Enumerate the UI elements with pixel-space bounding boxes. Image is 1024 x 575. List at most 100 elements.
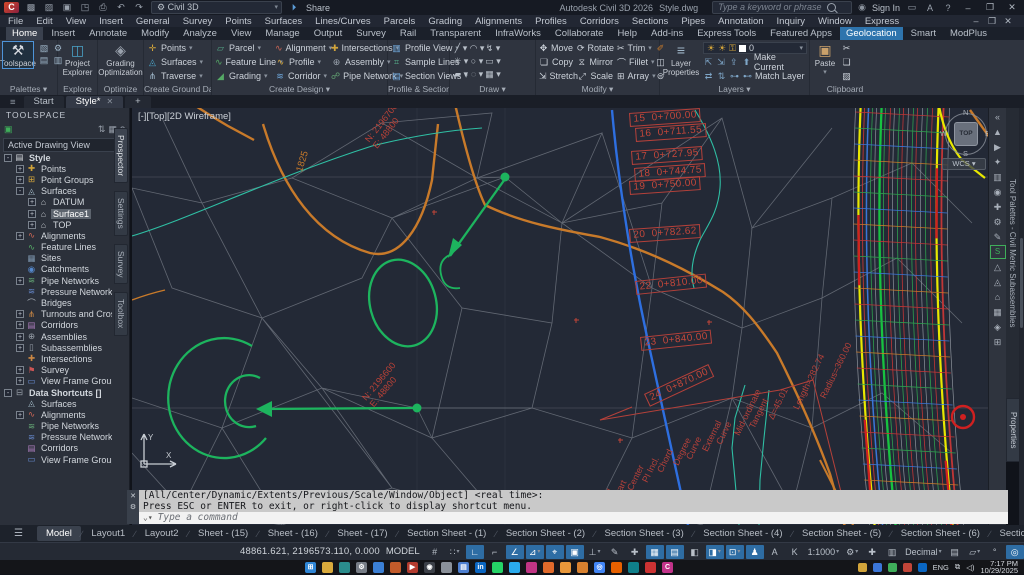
notes-app-icon[interactable]: ▤	[458, 561, 469, 573]
profile-button[interactable]: ∿ Profile ▾	[275, 56, 327, 68]
layout-tab-section-sheet-4[interactable]: Section Sheet - (4)	[694, 526, 791, 541]
palette-tool-icon[interactable]: ◉	[991, 185, 1005, 199]
paste-button[interactable]: ▣ Paste ▾	[813, 42, 837, 77]
search-app-icon[interactable]	[577, 561, 588, 573]
tray-volume-icon[interactable]: ◁)	[966, 563, 974, 572]
ribbon-tab-analyze[interactable]: Analyze	[177, 27, 223, 40]
tree-item-alignments[interactable]: + ∿ Alignments	[0, 230, 112, 241]
tree-item-turnouts-and-crossovers[interactable]: +⋔ Turnouts and Crossovers	[0, 309, 112, 320]
tree-item-bridges[interactable]: ⌒ Bridges	[0, 297, 112, 308]
viewcube-south[interactable]: S	[963, 149, 968, 158]
stretch-button[interactable]: ⇲ Stretch	[539, 70, 578, 82]
file-tab-start[interactable]: Start	[23, 96, 64, 108]
layout-tab-layout1[interactable]: Layout1	[82, 526, 134, 541]
doc-restore-button[interactable]: ❐	[984, 16, 1000, 27]
help-icon[interactable]: ?	[942, 3, 954, 13]
panel-label-create-design[interactable]: Create Design ▾	[212, 84, 387, 95]
status-toggle[interactable]: ⊥ ▾	[586, 545, 604, 559]
menu-general[interactable]: General	[136, 16, 170, 27]
line-tool-icon[interactable]: ╱ ▾	[453, 42, 469, 55]
drawing-canvas[interactable]: Y X [-][Top][2D Wireframe] 1825 15 0+700…	[132, 108, 988, 525]
tree-item-alignments[interactable]: + ∿ Alignments	[0, 409, 112, 420]
telegram-icon[interactable]	[509, 561, 520, 573]
menu-edit[interactable]: Edit	[36, 16, 52, 27]
alignment-button[interactable]: ∿ Alignment ▾	[275, 42, 332, 54]
toolspace-tab-toolbox[interactable]: Toolbox	[114, 292, 128, 336]
workspace-selector[interactable]: ⚙ Civil 3D ▾	[151, 1, 282, 14]
status-toggle[interactable]: ▦	[645, 544, 664, 559]
trim-button[interactable]: ✂ Trim ▾	[617, 42, 652, 54]
layout-tab-section-sheet-6[interactable]: Section Sheet - (6)	[892, 526, 989, 541]
panel-label-optimize[interactable]: Optimize	[98, 84, 143, 95]
tree-expander[interactable]: -	[16, 187, 24, 196]
palette-tool-icon[interactable]: ✎	[991, 230, 1005, 244]
ribbon-tab-collaborate[interactable]: Collaborate	[549, 27, 610, 40]
menu-survey[interactable]: Survey	[183, 16, 213, 27]
status-toggle[interactable]: ▱ ▾	[966, 545, 984, 559]
move-button[interactable]: ✥ Move	[539, 42, 573, 54]
parcel-button[interactable]: ▱ Parcel ▾	[215, 42, 271, 54]
instagram-icon[interactable]	[526, 561, 537, 573]
ribbon-tab-add-ins[interactable]: Add-ins	[645, 27, 689, 40]
layout-tab-section-sheet-3[interactable]: Section Sheet - (3)	[596, 526, 693, 541]
tray-language[interactable]: ENG	[933, 563, 949, 572]
command-chevron-icon[interactable]: ⌄▾	[143, 512, 153, 524]
match-layer-button[interactable]: ⇄ ⇅ ⊶ ⊷ Match Layer	[703, 70, 807, 82]
match-props-icon[interactable]: ▨	[841, 70, 855, 82]
tree-expander[interactable]: +	[16, 231, 24, 240]
panel-label-clipboard[interactable]: Clipboard	[810, 84, 880, 95]
tree-item-points[interactable]: + ✚ Points	[0, 163, 112, 174]
tree-expander[interactable]: +	[16, 377, 24, 386]
autodesk-icon[interactable]: A	[924, 3, 936, 13]
tree-item-surfaces[interactable]: - ◬ Surfaces	[0, 186, 112, 197]
tree-expander[interactable]: +	[28, 209, 36, 218]
palette-tool-icon[interactable]: ✦	[991, 155, 1005, 169]
tree-expander[interactable]: +	[16, 164, 24, 173]
tree-item-point-groups[interactable]: + ⊞ Point Groups	[0, 174, 112, 185]
undo-icon[interactable]: ↶	[115, 2, 127, 13]
tree-item-sites[interactable]: ▦ Sites	[0, 253, 112, 264]
status-toggle[interactable]: ✚	[626, 545, 644, 559]
ribbon-tab-annotate[interactable]: Annotate	[83, 27, 133, 40]
tree-item-top[interactable]: + ⌂ TOP	[0, 219, 112, 230]
tree-expander[interactable]: +	[16, 175, 24, 184]
view-selector[interactable]: Active Drawing View▾	[3, 138, 126, 152]
menu-express[interactable]: Express	[865, 16, 899, 27]
layout-tab-model[interactable]: Model	[36, 526, 81, 541]
command-tools-icon[interactable]: ⚙	[130, 503, 136, 511]
ribbon-tab-help[interactable]: Help	[611, 27, 643, 40]
menu-corridors[interactable]: Corridors	[580, 16, 619, 27]
tray-display-icon[interactable]: ⧉	[955, 562, 960, 572]
tray-warn[interactable]	[857, 562, 867, 572]
toolspace-button[interactable]: ⚒ Toolspace	[0, 41, 36, 69]
layout-tab-layout2[interactable]: Layout2	[136, 526, 188, 541]
recorder-icon[interactable]	[441, 561, 452, 573]
file-tab-style[interactable]: Style* ✕	[65, 96, 124, 108]
status-toggle[interactable]: K	[786, 545, 804, 559]
grid-tool-icon[interactable]: ▦ ▾	[485, 68, 501, 81]
tree-expander[interactable]: +	[16, 276, 24, 285]
command-input[interactable]: ⌄▾ Type a command	[139, 512, 1008, 524]
toolspace-tab-survey[interactable]: Survey	[114, 243, 128, 285]
toolspace-tab-prospector[interactable]: Prospector	[114, 128, 128, 184]
ribbon-tab-output[interactable]: Output	[308, 27, 349, 40]
circle-tool-icon[interactable]: ○ ▾	[469, 55, 485, 68]
file-tab-close-icon[interactable]: ✕	[106, 97, 113, 106]
app-teal-icon[interactable]	[339, 561, 350, 573]
menu-pipes[interactable]: Pipes	[681, 16, 705, 27]
status-toggle[interactable]: ▥	[883, 545, 901, 559]
redo-icon[interactable]: ↷	[133, 2, 145, 13]
feature-line-button[interactable]: ∿ Feature Line ▾	[215, 56, 283, 68]
panel-label-explore[interactable]: Explore	[58, 84, 97, 95]
settings-icon[interactable]: ⚙	[356, 561, 367, 573]
make-current-button[interactable]: ⇱ ⇲ ⇪ ⬆ Make Current	[703, 52, 807, 72]
cut-icon[interactable]: ✂	[841, 42, 855, 54]
status-toggle[interactable]: ▣	[565, 544, 584, 559]
search-input[interactable]: Type a keyword or phrase	[712, 1, 853, 14]
cloud-app-icon[interactable]	[560, 561, 571, 573]
status-toggle[interactable]: ✎	[606, 545, 624, 559]
ribbon-tab-transparent[interactable]: Transparent	[424, 27, 487, 40]
doc-minimize-button[interactable]: –	[968, 16, 984, 26]
tree-item-intersections[interactable]: ✚ Intersections	[0, 353, 112, 364]
hatch-tool-icon[interactable]: ✳ ▾	[453, 55, 469, 68]
